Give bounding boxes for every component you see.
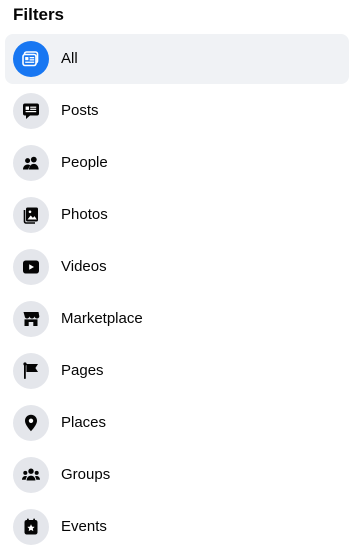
- videos-icon: [13, 249, 49, 285]
- filter-item-all[interactable]: All: [5, 34, 349, 84]
- posts-icon: [13, 93, 49, 129]
- filter-item-videos[interactable]: Videos: [5, 242, 349, 292]
- filter-item-events[interactable]: Events: [5, 502, 349, 550]
- filter-item-places[interactable]: Places: [5, 398, 349, 448]
- people-icon: [13, 145, 49, 181]
- filter-label: Places: [61, 414, 107, 431]
- filter-item-people[interactable]: People: [5, 138, 349, 188]
- filter-label: People: [61, 154, 108, 171]
- filter-label: Events: [61, 518, 107, 535]
- filter-label: Pages: [61, 362, 104, 379]
- filter-item-marketplace[interactable]: Marketplace: [5, 294, 349, 344]
- filter-label: Marketplace: [61, 310, 143, 327]
- filter-item-pages[interactable]: Pages: [5, 346, 349, 396]
- filter-item-groups[interactable]: Groups: [5, 450, 349, 500]
- filters-panel: Filters All Posts People Photos Videos M…: [0, 0, 354, 550]
- pages-icon: [13, 353, 49, 389]
- filter-label: Videos: [61, 258, 107, 275]
- all-results-icon: [13, 41, 49, 77]
- filters-list: All Posts People Photos Videos Marketpla…: [5, 34, 349, 550]
- groups-icon: [13, 457, 49, 493]
- filter-label: Posts: [61, 102, 99, 119]
- photos-icon: [13, 197, 49, 233]
- filter-label: Photos: [61, 206, 108, 223]
- events-icon: [13, 509, 49, 545]
- filter-item-photos[interactable]: Photos: [5, 190, 349, 240]
- filter-label: Groups: [61, 466, 111, 483]
- filter-item-posts[interactable]: Posts: [5, 86, 349, 136]
- filters-heading: Filters: [13, 5, 65, 24]
- filter-label: All: [61, 50, 78, 67]
- marketplace-icon: [13, 301, 49, 337]
- places-icon: [13, 405, 49, 441]
